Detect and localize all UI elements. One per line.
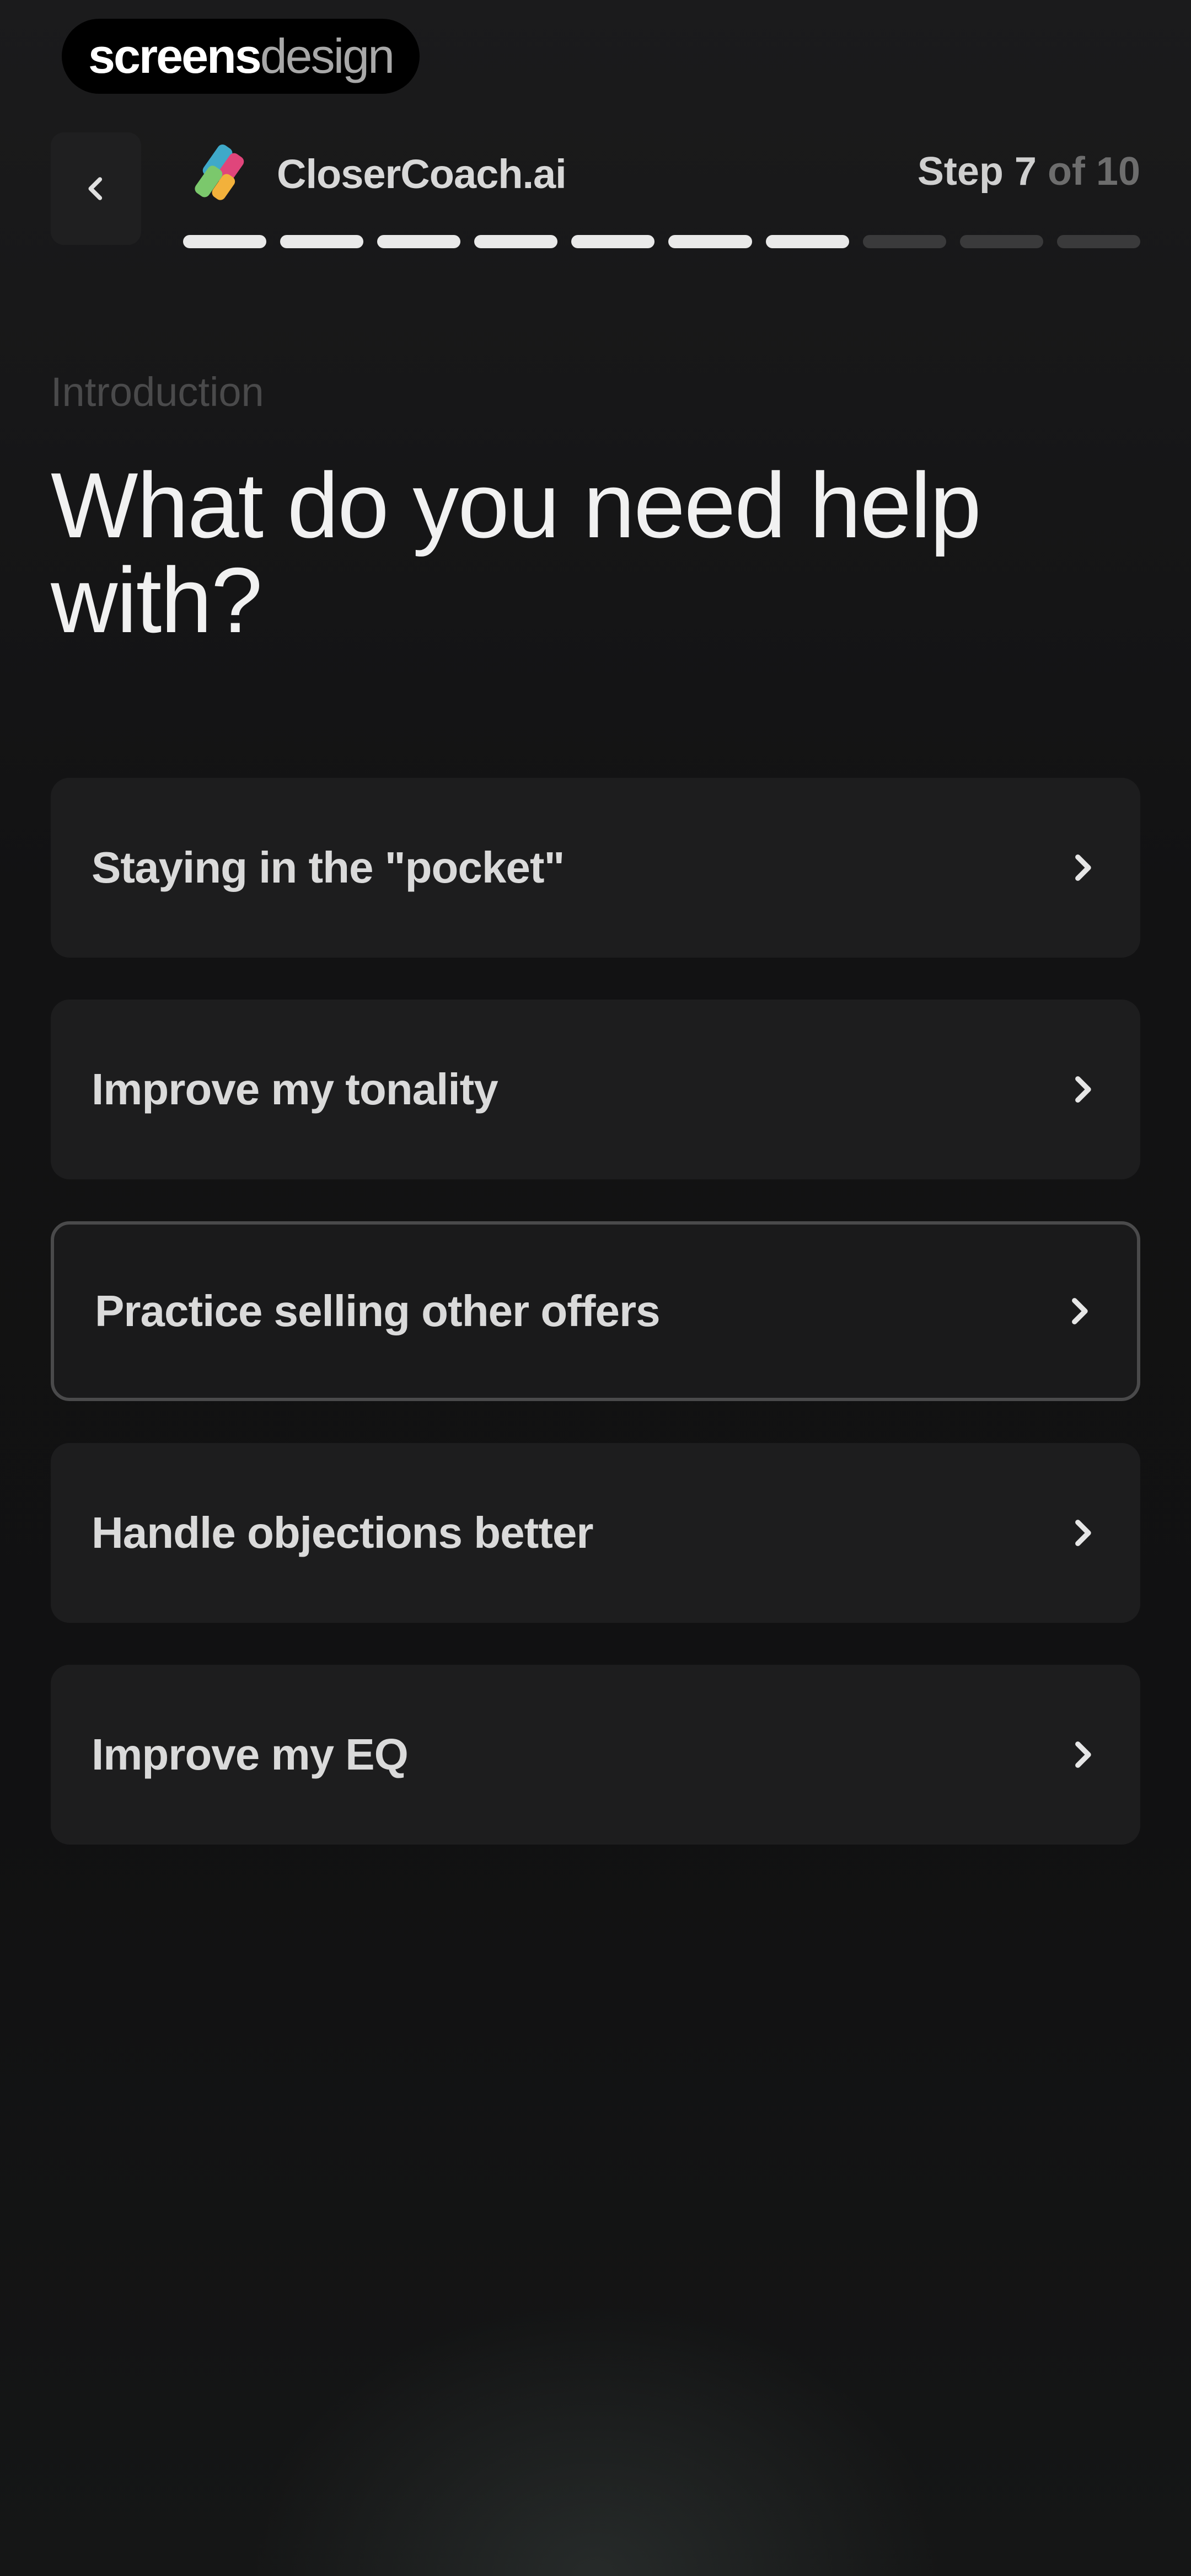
progress-segment-complete bbox=[280, 235, 364, 248]
step-total: of 10 bbox=[1047, 149, 1140, 194]
option-improve-eq[interactable]: Improve my EQ bbox=[51, 1665, 1140, 1845]
watermark-light: design bbox=[260, 29, 395, 83]
progress-bar bbox=[183, 235, 1140, 248]
progress-segment-complete bbox=[571, 235, 655, 248]
step-indicator: Step 7 of 10 bbox=[918, 149, 1140, 194]
section-label: Introduction bbox=[51, 369, 264, 415]
progress-segment-remaining bbox=[1056, 235, 1140, 248]
option-label: Staying in the "pocket" bbox=[92, 843, 565, 892]
chevron-left-icon bbox=[88, 177, 103, 200]
option-label: Improve my tonality bbox=[92, 1065, 498, 1114]
watermark-strong: screens bbox=[88, 29, 262, 83]
brand: CloserCoach.ai bbox=[186, 138, 567, 210]
option-label: Practice selling other offers bbox=[95, 1286, 661, 1335]
chevron-right-icon bbox=[1075, 1741, 1091, 1768]
progress-segment-complete bbox=[183, 235, 267, 248]
chevron-right-icon bbox=[1075, 1076, 1091, 1103]
option-improve-tonality[interactable]: Improve my tonality bbox=[51, 1000, 1140, 1179]
back-button[interactable] bbox=[51, 132, 141, 245]
option-staying-in-pocket[interactable]: Staying in the "pocket" bbox=[51, 778, 1140, 958]
progress-segment-complete bbox=[765, 235, 849, 248]
option-practice-selling-other-offers[interactable]: Practice selling other offers bbox=[51, 1221, 1140, 1401]
option-label: Handle objections better bbox=[92, 1508, 593, 1557]
screensdesign-watermark: screens design bbox=[62, 19, 420, 94]
chevron-right-icon bbox=[1075, 854, 1091, 881]
progress-segment-complete bbox=[377, 235, 461, 248]
chevron-right-icon bbox=[1075, 1520, 1091, 1546]
option-handle-objections[interactable]: Handle objections better bbox=[51, 1443, 1140, 1623]
brand-name: CloserCoach.ai bbox=[277, 151, 567, 197]
progress-segment-complete bbox=[668, 235, 752, 248]
progress-segment-remaining bbox=[959, 235, 1043, 248]
step-current: Step 7 bbox=[917, 149, 1037, 194]
option-label: Improve my EQ bbox=[92, 1730, 409, 1779]
progress-segment-complete bbox=[474, 235, 558, 248]
options-list: Staying in the "pocket" Improve my tonal… bbox=[51, 778, 1140, 1886]
brand-logo-icon bbox=[195, 145, 244, 200]
onboarding-header: CloserCoach.ai Step 7 of 10 bbox=[51, 130, 1140, 268]
progress-segment-remaining bbox=[862, 235, 946, 248]
page-title: What do you need help with? bbox=[51, 453, 981, 652]
chevron-right-icon bbox=[1072, 1298, 1088, 1324]
